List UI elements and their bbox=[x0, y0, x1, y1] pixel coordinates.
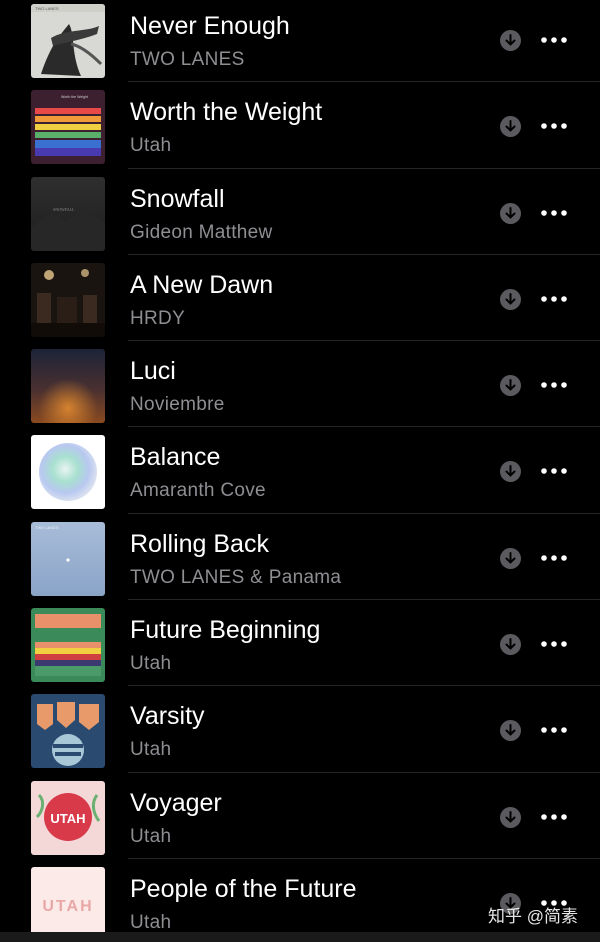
track-artist: HRDY bbox=[130, 307, 186, 329]
bottom-bar bbox=[0, 932, 600, 942]
track-title: People of the Future bbox=[130, 874, 357, 903]
track-artist: Utah bbox=[130, 739, 172, 761]
more-options-icon[interactable] bbox=[540, 634, 568, 654]
more-options-icon[interactable] bbox=[540, 203, 568, 223]
track-artist: Amaranth Cove bbox=[130, 480, 266, 502]
svg-text:UTAH: UTAH bbox=[50, 811, 85, 826]
more-options-icon[interactable] bbox=[540, 30, 568, 50]
track-artist: Utah bbox=[130, 135, 172, 157]
track-row[interactable]: UTAH People of the Future Utah bbox=[0, 859, 600, 942]
svg-text:SNOWFALL: SNOWFALL bbox=[53, 207, 75, 212]
svg-text:TWO LANES: TWO LANES bbox=[35, 525, 59, 530]
album-art: TWO LANES bbox=[31, 4, 105, 78]
album-art bbox=[31, 435, 105, 510]
download-icon[interactable] bbox=[500, 116, 521, 138]
track-artist: Utah bbox=[130, 825, 172, 847]
download-icon[interactable] bbox=[500, 30, 521, 51]
download-icon[interactable] bbox=[500, 634, 521, 656]
track-title: Snowfall bbox=[130, 184, 225, 213]
track-row[interactable]: Varsity Utah bbox=[0, 686, 600, 773]
album-art: Worth the Weight bbox=[31, 90, 105, 165]
more-options-icon[interactable] bbox=[540, 289, 568, 309]
album-art: SNOWFALL bbox=[31, 176, 105, 251]
download-icon[interactable] bbox=[500, 547, 521, 569]
track-row[interactable]: Worth the Weight Worth the Weight Utah bbox=[0, 82, 600, 169]
more-options-icon[interactable] bbox=[540, 720, 568, 740]
track-list: TWO LANES Never Enough TWO LANES Worth t… bbox=[0, 0, 600, 942]
album-art bbox=[31, 262, 105, 337]
track-title: Future Beginning bbox=[130, 616, 321, 645]
album-art bbox=[31, 349, 105, 424]
track-row[interactable]: A New Dawn HRDY bbox=[0, 255, 600, 342]
svg-text:TWO LANES: TWO LANES bbox=[35, 6, 59, 11]
download-icon[interactable] bbox=[500, 288, 521, 310]
track-artist: Utah bbox=[130, 653, 172, 675]
track-row[interactable]: TWO LANES Rolling Back TWO LANES & Panam… bbox=[0, 514, 600, 601]
track-artist: TWO LANES bbox=[130, 49, 245, 70]
download-icon[interactable] bbox=[500, 375, 521, 397]
track-row[interactable]: TWO LANES Never Enough TWO LANES bbox=[0, 0, 600, 83]
download-icon[interactable] bbox=[500, 806, 521, 828]
track-title: Voyager bbox=[130, 788, 222, 817]
track-title: Rolling Back bbox=[130, 529, 269, 558]
track-row[interactable]: SNOWFALL Snowfall Gideon Matthew bbox=[0, 169, 600, 255]
more-options-icon[interactable] bbox=[540, 375, 568, 395]
watermark: 知乎 @简素 bbox=[488, 907, 578, 926]
svg-text:Worth the Weight: Worth the Weight bbox=[61, 95, 88, 99]
track-title: Luci bbox=[130, 357, 176, 386]
svg-text:UTAH: UTAH bbox=[42, 898, 93, 915]
track-title: Balance bbox=[130, 443, 221, 472]
track-artist: Gideon Matthew bbox=[130, 221, 273, 243]
album-art bbox=[31, 694, 105, 769]
track-title: Worth the Weight bbox=[130, 98, 323, 127]
more-options-icon[interactable] bbox=[540, 461, 568, 481]
track-title: Varsity bbox=[130, 702, 205, 731]
more-options-icon[interactable] bbox=[540, 116, 568, 136]
download-icon[interactable] bbox=[500, 202, 521, 224]
track-row[interactable]: Luci Noviembre bbox=[0, 341, 600, 428]
download-icon[interactable] bbox=[500, 720, 521, 742]
track-artist: TWO LANES & Panama bbox=[130, 566, 342, 588]
more-options-icon[interactable] bbox=[540, 807, 568, 827]
download-icon[interactable] bbox=[500, 461, 521, 483]
track-row[interactable]: Future Beginning Utah bbox=[0, 600, 600, 687]
album-art: UTAH bbox=[31, 780, 105, 855]
album-art: UTAH bbox=[31, 866, 105, 941]
album-art: TWO LANES bbox=[31, 521, 105, 596]
track-title: Never Enough bbox=[130, 12, 290, 40]
track-row[interactable]: Balance Amaranth Cove bbox=[0, 427, 600, 514]
album-art bbox=[31, 608, 105, 683]
track-title: A New Dawn bbox=[130, 270, 274, 299]
more-options-icon[interactable] bbox=[540, 548, 568, 568]
track-row[interactable]: UTAH Voyager Utah bbox=[0, 773, 600, 859]
track-artist: Noviembre bbox=[130, 394, 225, 416]
track-artist: Utah bbox=[130, 911, 172, 933]
